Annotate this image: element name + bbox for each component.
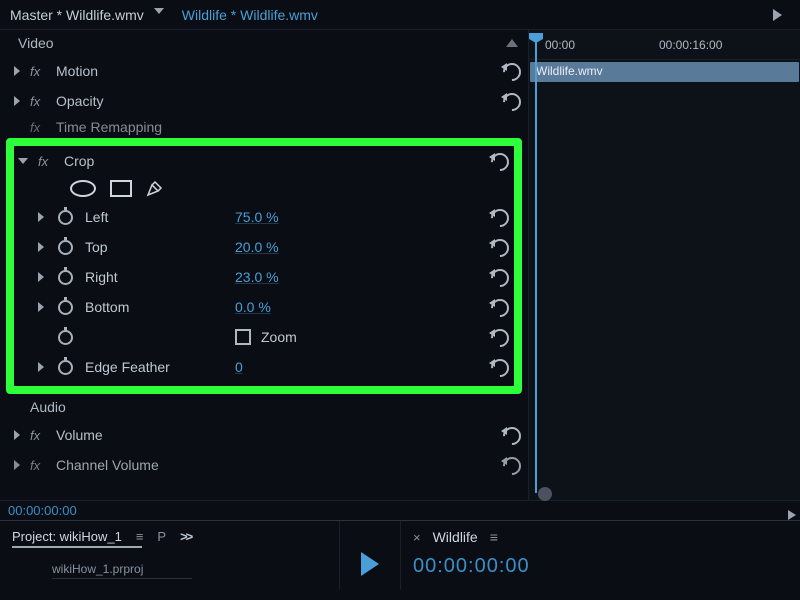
effect-row-crop[interactable]: fx Crop — [14, 148, 514, 174]
param-label: Bottom — [85, 299, 235, 315]
chevron-right-icon — [14, 66, 20, 76]
fx-badge-icon: fx — [30, 94, 46, 109]
param-row-bottom[interactable]: Bottom 0.0 % — [14, 292, 514, 322]
param-value[interactable]: 20.0 % — [235, 239, 279, 255]
mini-timeline[interactable]: 00:00 00:00:16:00 Wildlife.wmv — [528, 30, 800, 500]
project-panel[interactable]: Project: wikiHow_1 ≡ P >> wikiHow_1.prpr… — [0, 521, 340, 590]
fx-badge-icon: fx — [30, 120, 46, 135]
param-label: Left — [85, 209, 235, 225]
current-timecode[interactable]: 00:00:00:00 — [0, 500, 800, 520]
stopwatch-icon[interactable] — [58, 270, 73, 285]
zoom-checkbox[interactable] — [235, 329, 251, 345]
param-value[interactable]: 0.0 % — [235, 299, 271, 315]
param-label: Right — [85, 269, 235, 285]
overflow-icon[interactable]: >> — [180, 529, 191, 544]
param-row-left[interactable]: Left 75.0 % — [14, 202, 514, 232]
param-value[interactable]: 23.0 % — [235, 269, 279, 285]
param-row-edge-feather[interactable]: Edge Feather 0 — [14, 352, 514, 382]
stopwatch-icon[interactable] — [58, 240, 73, 255]
master-clip-label[interactable]: Master * Wildlife.wmv — [10, 7, 144, 23]
reset-icon[interactable] — [490, 268, 508, 286]
ellipse-mask-icon[interactable] — [70, 180, 96, 197]
timecode-mark: 00:00:16:00 — [659, 38, 722, 52]
param-row-right[interactable]: Right 23.0 % — [14, 262, 514, 292]
reset-icon[interactable] — [490, 298, 508, 316]
reset-icon[interactable] — [490, 358, 508, 376]
chevron-right-icon — [14, 96, 20, 106]
secondary-tab[interactable]: P — [157, 529, 166, 544]
zoom-label: Zoom — [261, 329, 297, 345]
panel-menu-icon[interactable]: ≡ — [136, 529, 144, 544]
param-label: Top — [85, 239, 235, 255]
play-button[interactable] — [361, 552, 379, 576]
chevron-right-icon — [14, 430, 20, 440]
timeline-clip[interactable]: Wildlife.wmv — [530, 62, 799, 82]
chevron-right-icon — [14, 460, 20, 470]
param-value[interactable]: 0 — [235, 359, 243, 375]
fx-badge-icon: fx — [38, 154, 54, 169]
reset-icon[interactable] — [502, 92, 520, 110]
reset-icon[interactable] — [490, 152, 508, 170]
timecode-start: 00:00 — [545, 38, 575, 52]
video-section-title: Video — [18, 35, 54, 51]
param-row-top[interactable]: Top 20.0 % — [14, 232, 514, 262]
effect-row-motion[interactable]: fx Motion — [0, 56, 528, 86]
play-icon[interactable] — [773, 9, 782, 21]
effect-label: Time Remapping — [56, 119, 162, 135]
fx-badge-icon: fx — [30, 458, 46, 473]
chevron-right-icon[interactable] — [38, 212, 44, 222]
param-row-zoom[interactable]: Zoom — [14, 322, 514, 352]
panel-menu-icon[interactable]: ≡ — [490, 529, 498, 545]
scrollbar-thumb[interactable] — [538, 487, 552, 501]
effect-label: Opacity — [56, 93, 103, 109]
sequence-timecode[interactable]: 00:00:00:00 — [413, 555, 788, 578]
effect-label: Volume — [56, 427, 103, 443]
param-value[interactable]: 75.0 % — [235, 209, 279, 225]
reset-icon[interactable] — [490, 238, 508, 256]
sequence-tab[interactable]: Wildlife — [433, 529, 478, 545]
effect-row-opacity[interactable]: fx Opacity — [0, 86, 528, 116]
stopwatch-icon[interactable] — [58, 330, 73, 345]
reset-icon[interactable] — [490, 328, 508, 346]
reset-icon[interactable] — [490, 208, 508, 226]
playhead-icon[interactable] — [535, 33, 537, 493]
chevron-right-icon[interactable] — [38, 302, 44, 312]
effect-label: Channel Volume — [56, 457, 159, 473]
fx-badge-icon: fx — [30, 428, 46, 443]
audio-section-title: Audio — [30, 399, 66, 415]
close-icon[interactable]: × — [413, 530, 421, 545]
pen-mask-icon[interactable] — [146, 179, 164, 197]
stopwatch-icon[interactable] — [58, 300, 73, 315]
chevron-right-icon[interactable] — [38, 242, 44, 252]
effect-label: Motion — [56, 63, 98, 79]
crop-title: Crop — [64, 153, 94, 169]
project-bin-name[interactable]: wikiHow_1.prproj — [52, 562, 192, 579]
scroll-up-icon[interactable] — [506, 39, 518, 47]
rectangle-mask-icon[interactable] — [110, 180, 132, 197]
reset-icon[interactable] — [502, 426, 520, 444]
stopwatch-icon[interactable] — [58, 210, 73, 225]
effect-row-channel-volume[interactable]: fx Channel Volume — [0, 450, 528, 480]
param-label: Edge Feather — [85, 359, 235, 375]
chevron-down-icon[interactable] — [154, 8, 164, 18]
effect-row-time-remapping[interactable]: fx Time Remapping — [0, 116, 528, 138]
chevron-right-icon[interactable] — [38, 272, 44, 282]
sequence-panel[interactable]: × Wildlife ≡ 00:00:00:00 — [400, 521, 800, 590]
stopwatch-icon[interactable] — [58, 360, 73, 375]
reset-icon[interactable] — [502, 456, 520, 474]
go-to-end-icon[interactable] — [788, 510, 796, 520]
project-tab[interactable]: Project: wikiHow_1 — [12, 529, 122, 544]
effect-row-volume[interactable]: fx Volume — [0, 420, 528, 450]
fx-badge-icon: fx — [30, 64, 46, 79]
crop-highlight-frame: fx Crop Left 75.0 % Top — [6, 138, 522, 394]
timeline-scrollbar[interactable] — [532, 488, 798, 500]
chevron-down-icon[interactable] — [18, 158, 28, 164]
reset-icon[interactable] — [502, 62, 520, 80]
chevron-right-icon[interactable] — [38, 362, 44, 372]
active-clip-link[interactable]: Wildlife * Wildlife.wmv — [182, 7, 318, 23]
